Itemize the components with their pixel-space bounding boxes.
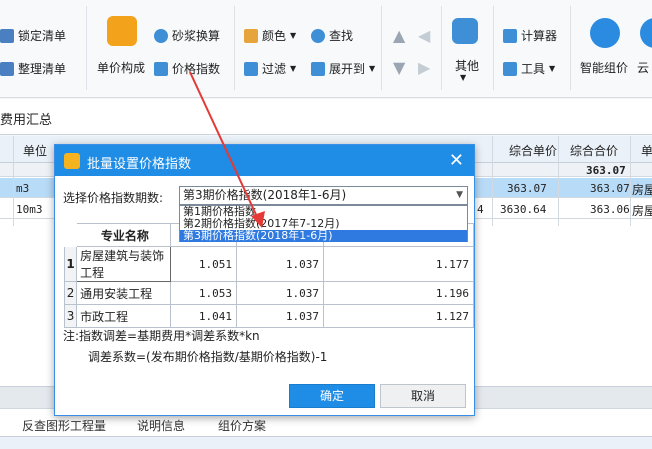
tree-icon (311, 61, 325, 76)
row-number: 2 (63, 281, 78, 305)
index-value-cell[interactable]: 1.196 (323, 281, 474, 305)
convert-icon (154, 28, 168, 43)
index-value-cell[interactable]: 1.037 (235, 304, 325, 328)
index-value-cell[interactable]: 1.037 (235, 281, 325, 305)
tab-description[interactable]: 说明信息 (137, 417, 185, 434)
chevron-down-icon[interactable]: ▼ (456, 187, 463, 204)
dialog-title: 批量设置价格指数 (87, 157, 192, 172)
profession-name-cell[interactable]: 市政工程 (76, 304, 171, 328)
filter-button[interactable]: 过滤 ▼ (244, 60, 296, 77)
index-value-cell[interactable]: 1.037 (235, 246, 325, 282)
filter-icon (244, 61, 258, 76)
lock-list-button[interactable]: 锁定清单 (0, 27, 66, 44)
index-value-cell[interactable]: 1.177 (323, 246, 474, 282)
index-value-cell[interactable]: 1.053 (169, 281, 237, 305)
arrow-up-icon[interactable]: ▲ (393, 26, 405, 45)
grid-icon (452, 18, 478, 44)
toolbox-icon (503, 61, 517, 76)
arrow-down-icon[interactable]: ▼ (393, 58, 405, 77)
yuan-icon (107, 16, 137, 46)
mortar-convert-button[interactable]: 砂浆换算 (154, 27, 220, 44)
tab-bar: 费用汇总 (0, 99, 652, 135)
find-button[interactable]: 查找 (311, 27, 353, 44)
tidy-list-button[interactable]: 整理清单 (0, 60, 66, 77)
index-icon (154, 61, 168, 76)
index-value-cell[interactable]: 1.041 (169, 304, 237, 328)
cancel-button[interactable]: 取消 (380, 384, 466, 408)
dialog-title-bar[interactable]: 批量设置价格指数 ✕ (55, 145, 474, 176)
column-divider (630, 136, 631, 226)
lock-icon (0, 28, 14, 43)
cloud-icon (640, 18, 652, 48)
column-divider (492, 136, 493, 226)
cloud-icon (590, 18, 620, 48)
ribbon-toolbar: 锁定清单 整理清单 单价构成 砂浆换算 价格指数 颜色 ▼ 过滤 ▼ 查找 展开… (0, 0, 652, 98)
ok-button[interactable]: 确定 (289, 384, 375, 408)
row-number: 1 (63, 246, 78, 282)
table-row[interactable]: 1 房屋建筑与装饰工程 1.051 1.037 1.177 (63, 246, 474, 282)
calculator-icon (503, 28, 517, 43)
paint-icon (244, 28, 258, 43)
chevron-down-icon: ▼ (290, 31, 297, 40)
divider (86, 6, 87, 90)
chevron-down-icon: ▼ (369, 64, 376, 73)
index-value-cell[interactable]: 1.127 (323, 304, 474, 328)
list-icon (0, 61, 14, 76)
divider (441, 6, 442, 90)
table-row[interactable]: 2 通用安装工程 1.053 1.037 1.196 (63, 281, 474, 305)
expand-to-button[interactable]: 展开到 ▼ (311, 60, 375, 77)
bottom-grid-header (0, 436, 652, 449)
dropdown-option-selected[interactable]: 第3期价格指数(2018年1-6月) (180, 230, 467, 242)
tab-reverse-lookup[interactable]: 反查图形工程量 (22, 417, 106, 434)
chevron-down-icon: ▼ (549, 64, 556, 73)
divider (493, 6, 494, 90)
divider (570, 6, 571, 90)
column-divider (558, 136, 559, 226)
table-row[interactable]: 3 市政工程 1.041 1.037 1.127 (63, 304, 474, 328)
price-index-button[interactable]: 价格指数 (154, 60, 220, 77)
color-button[interactable]: 颜色 ▼ (244, 27, 296, 44)
divider (234, 6, 235, 90)
tools-button[interactable]: 工具 ▼ (503, 60, 555, 77)
chevron-down-icon: ▼ (460, 73, 467, 82)
note-line: 调差系数=(发布期价格指数/基期价格指数)-1 (88, 350, 328, 364)
binoculars-icon (311, 28, 325, 43)
profession-name-cell[interactable]: 通用安装工程 (76, 281, 171, 305)
arrow-left-icon[interactable]: ◀ (418, 26, 430, 45)
tab-pricing-plan[interactable]: 组价方案 (218, 417, 266, 434)
period-select[interactable]: 第3期价格指数(2018年1-6月) ▼ (179, 186, 468, 205)
close-icon[interactable]: ✕ (449, 150, 464, 171)
tab-cost-summary[interactable]: 费用汇总 (0, 109, 52, 128)
chevron-down-icon: ▼ (290, 64, 297, 73)
profession-name-cell[interactable]: 房屋建筑与装饰工程 (76, 246, 171, 282)
period-dropdown-list[interactable]: 第1期价格指数 第2期价格指数(2017年7-12月) 第3期价格指数(2018… (179, 205, 468, 242)
calculator-button[interactable]: 计算器 (503, 27, 557, 44)
index-value-cell[interactable]: 1.051 (169, 246, 237, 282)
period-select-label: 选择价格指数期数: (63, 191, 164, 205)
app-logo-icon (64, 153, 80, 169)
divider (381, 6, 382, 90)
row-number: 3 (63, 304, 78, 328)
column-divider (13, 136, 14, 226)
note-line: 注:指数调差=基期费用*调差系数*kn (63, 329, 260, 343)
column-header-name: 专业名称 (76, 223, 171, 247)
arrow-right-icon[interactable]: ▶ (418, 58, 430, 77)
batch-price-index-dialog: 批量设置价格指数 ✕ 选择价格指数期数: 第3期价格指数(2018年1-6月) … (54, 144, 475, 416)
